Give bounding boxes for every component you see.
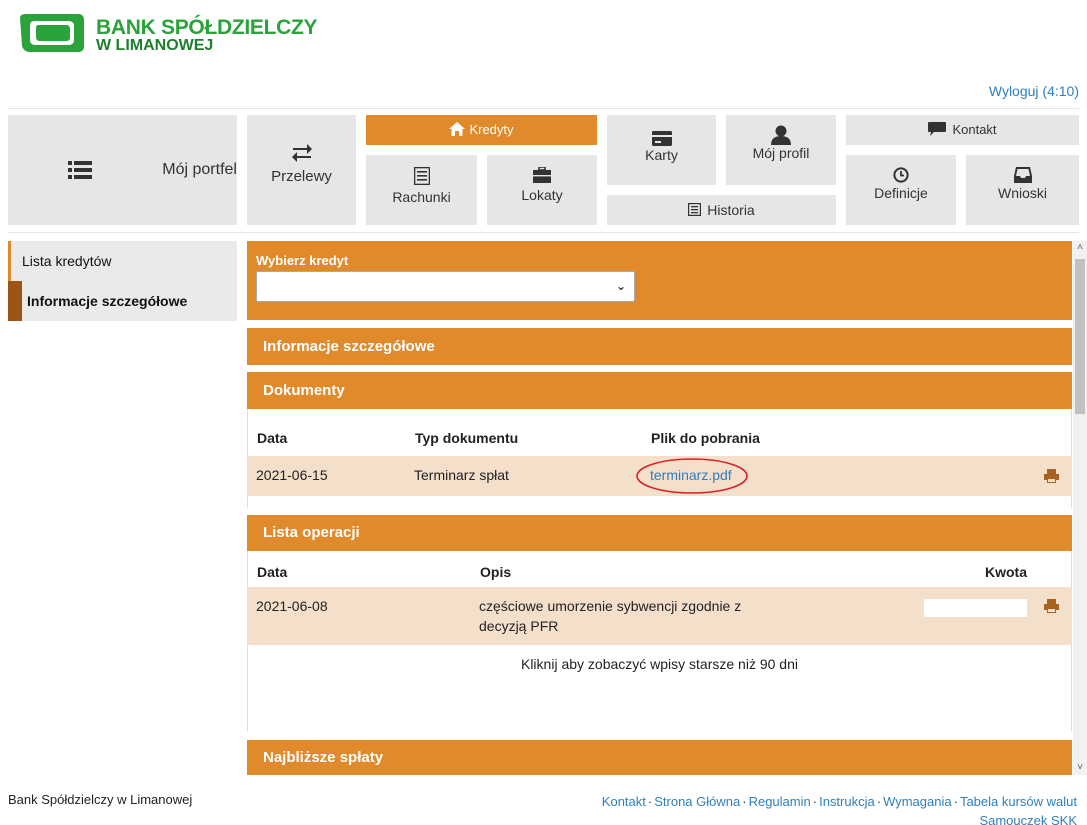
doc-col-date: Data	[257, 430, 288, 446]
footer-bank-name: Bank Spółdzielczy w Limanowej	[8, 792, 193, 807]
chevron-down-icon: ⌄	[615, 279, 626, 293]
section-documents-header[interactable]: Dokumenty	[247, 372, 1072, 409]
inbox-icon	[1013, 167, 1032, 183]
table-row: 2021-06-08 częściowe umorzenie sybwencji…	[247, 587, 1072, 645]
nav-lokaty-label: Lokaty	[521, 187, 563, 203]
select-credit-section: Wybierz kredyt 16 88040000 ⌄	[247, 241, 1072, 320]
header-divider	[8, 108, 1079, 109]
annotation-circle	[636, 458, 748, 494]
print-icon[interactable]	[1044, 599, 1059, 613]
nav-divider	[8, 232, 1079, 233]
footer-link-instrukcja[interactable]: Instrukcja	[819, 794, 875, 809]
section-info-header[interactable]: Informacje szczegółowe	[247, 328, 1072, 365]
nav-przelewy[interactable]: Przelewy	[247, 115, 356, 225]
op-col-date: Data	[257, 564, 288, 580]
transfer-icon	[291, 144, 312, 162]
user-icon	[771, 125, 791, 145]
footer-link-wymagania[interactable]: Wymagania	[883, 794, 952, 809]
credit-select-value: 16 88040000	[267, 278, 349, 294]
nav-definicje[interactable]: Definicje	[846, 155, 956, 225]
logout-link[interactable]: Wyloguj (4:10)	[989, 83, 1079, 99]
nav-rachunki[interactable]: Rachunki	[366, 155, 477, 225]
nav-historia-label: Historia	[707, 202, 755, 218]
section-next-payments-header[interactable]: Najbliższe spłaty	[247, 740, 1072, 775]
footer-link-tabela-kursow[interactable]: Tabela kursów walut	[960, 794, 1077, 809]
ledger-icon	[413, 167, 430, 185]
nav-karty-label: Karty	[645, 147, 678, 163]
home-icon	[449, 122, 466, 136]
footer-link-samouczek[interactable]: Samouczek SKK	[979, 813, 1077, 825]
sidebar-item-informacje-szczegolowe[interactable]: Informacje szczegółowe	[8, 281, 237, 321]
logo-text-line2: W LIMANOWEJ	[96, 37, 214, 54]
nav-kontakt-label: Kontakt	[952, 122, 997, 137]
op-desc-line2: decyzją PFR	[479, 618, 559, 634]
doc-type: Terminarz spłat	[414, 467, 509, 483]
bank-logo[interactable]: BANK SPÓŁDZIELCZY W LIMANOWEJ	[16, 12, 318, 62]
op-amount	[924, 599, 1027, 617]
nav-moj-portfel[interactable]: Mój portfel	[8, 115, 237, 225]
print-icon[interactable]	[1044, 469, 1059, 483]
nav-moj-profil-label: Mój profil	[752, 145, 810, 161]
nav-definicje-label: Definicje	[874, 185, 928, 201]
card-icon	[651, 131, 672, 146]
clock-icon	[893, 167, 909, 183]
chat-icon	[928, 122, 947, 136]
select-credit-label: Wybierz kredyt	[256, 253, 349, 268]
doc-col-type: Typ dokumentu	[415, 430, 519, 446]
scroll-up-icon[interactable]: ˄	[1073, 241, 1087, 255]
nav-kredyty[interactable]: Kredyty	[366, 115, 597, 145]
list-icon	[688, 203, 702, 216]
footer-link-strona-glowna[interactable]: Strona Główna	[654, 794, 740, 809]
footer-link-regulamin[interactable]: Regulamin	[749, 794, 811, 809]
nav-rachunki-label: Rachunki	[392, 189, 451, 205]
op-desc-line1: częściowe umorzenie sybwencji zgodnie z	[479, 598, 742, 614]
nav-wnioski[interactable]: Wnioski	[966, 155, 1079, 225]
doc-col-file: Plik do pobrania	[651, 430, 760, 446]
nav-wnioski-label: Wnioski	[997, 185, 1047, 201]
section-operations-header[interactable]: Lista operacji	[247, 515, 1072, 551]
briefcase-icon	[533, 167, 551, 183]
older-entries-link[interactable]: Kliknij aby zobaczyć wpisy starsze niż 9…	[247, 656, 1072, 672]
scroll-down-icon[interactable]: ˅	[1073, 761, 1087, 775]
page: BANK SPÓŁDZIELCZY W LIMANOWEJ Wyloguj (4…	[0, 0, 1087, 825]
table-row: 2021-06-15 Terminarz spłat terminarz.pdf	[247, 456, 1072, 496]
nav-kredyty-label: Kredyty	[469, 122, 514, 137]
footer-links: Kontakt · Strona Główna · Regulamin · Instrukc…	[602, 792, 1077, 825]
doc-date: 2021-06-15	[256, 467, 328, 483]
nav-moj-profil[interactable]: Mój profil	[726, 115, 836, 185]
nav-historia[interactable]: Historia	[607, 195, 836, 225]
op-date: 2021-06-08	[256, 598, 328, 614]
main-panel: Wybierz kredyt 16 88040000 ⌄ Informacje …	[247, 241, 1072, 775]
logo-icon	[20, 14, 84, 52]
nav-kontakt[interactable]: Kontakt	[846, 115, 1079, 145]
sidebar-item-lista-kredytow[interactable]: Lista kredytów	[8, 241, 237, 281]
list-icon	[68, 161, 93, 179]
credit-select[interactable]: 16 88040000 ⌄	[256, 271, 635, 302]
nav-przelewy-label: Przelewy	[271, 168, 332, 185]
op-col-amount: Kwota	[985, 564, 1027, 580]
nav-lokaty[interactable]: Lokaty	[487, 155, 597, 225]
scrollbar[interactable]: ˄ ˅	[1073, 241, 1087, 775]
nav-moj-portfel-label: Mój portfel	[162, 161, 237, 178]
nav-karty[interactable]: Karty	[607, 115, 716, 185]
footer-link-kontakt[interactable]: Kontakt	[602, 794, 646, 809]
op-col-desc: Opis	[480, 564, 512, 580]
scrollbar-thumb[interactable]	[1075, 259, 1085, 414]
